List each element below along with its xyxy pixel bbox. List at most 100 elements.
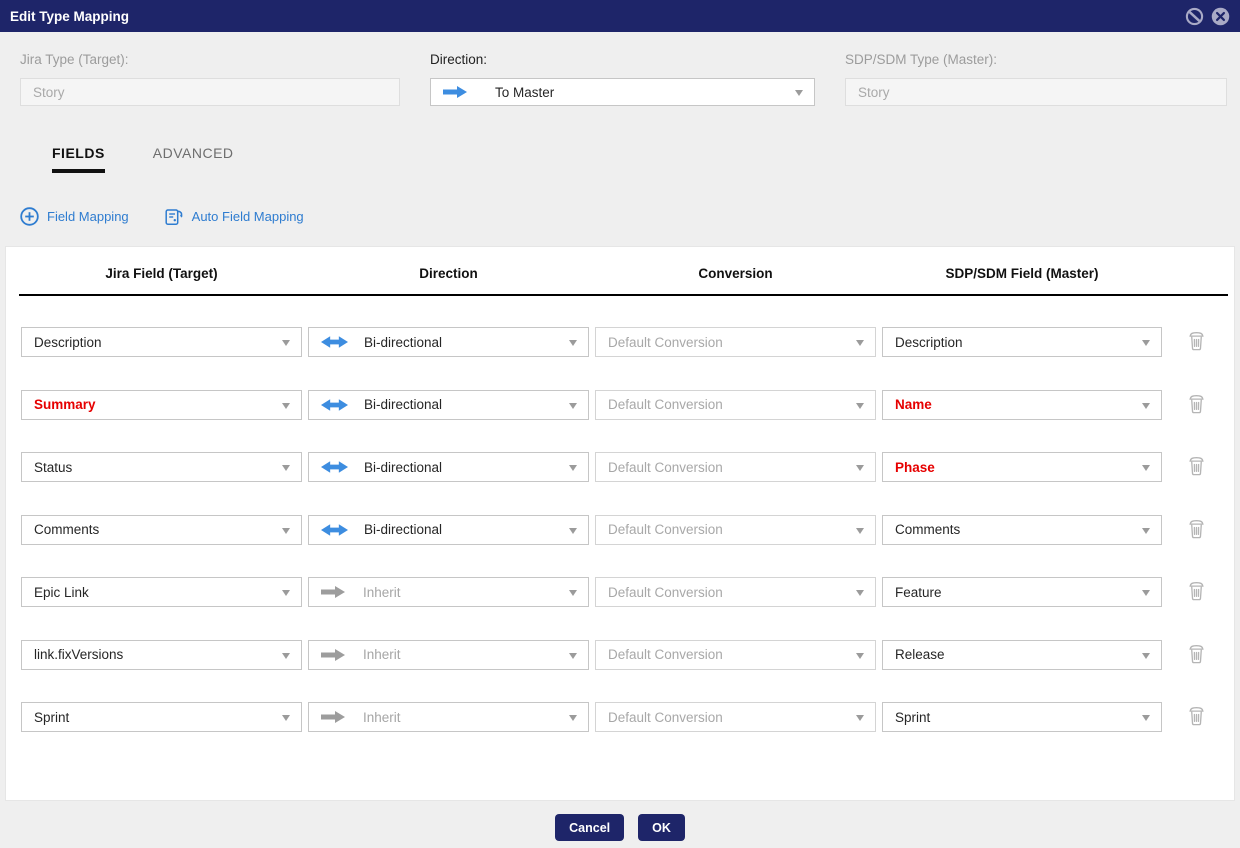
jira-field-select[interactable]: link.fixVersions	[21, 640, 302, 670]
right-arrow-icon	[321, 585, 347, 599]
chevron-down-icon	[569, 715, 577, 721]
trash-icon	[1187, 330, 1206, 351]
row-direction-select[interactable]: Inherit	[308, 702, 589, 732]
auto-field-mapping-button[interactable]: Auto Field Mapping	[163, 206, 304, 227]
bidirectional-arrow-icon	[321, 523, 348, 537]
auto-mapping-icon	[163, 206, 184, 227]
direction-value: Bi-directional	[364, 522, 442, 537]
row-direction-select[interactable]: Bi-directional	[308, 390, 589, 420]
chevron-down-icon	[856, 590, 864, 596]
chevron-down-icon	[282, 715, 290, 721]
column-header-conversion: Conversion	[595, 266, 876, 281]
jira-type-label: Jira Type (Target):	[20, 52, 400, 67]
jira-field-select[interactable]: Sprint	[21, 702, 302, 732]
delete-row-button[interactable]	[1187, 705, 1206, 726]
jira-field-select[interactable]: Status	[21, 452, 302, 482]
conversion-select[interactable]: Default Conversion	[595, 452, 876, 482]
conversion-value: Default Conversion	[608, 397, 723, 412]
sdp-field-select[interactable]: Release	[882, 640, 1162, 670]
right-arrow-icon	[321, 648, 347, 662]
sdp-field-select[interactable]: Phase	[882, 452, 1162, 482]
direction-select[interactable]: To Master	[430, 78, 815, 106]
chevron-down-icon	[282, 653, 290, 659]
sdp-field-select[interactable]: Feature	[882, 577, 1162, 607]
direction-value: Bi-directional	[364, 335, 442, 350]
chevron-down-icon	[1142, 715, 1150, 721]
row-direction-select[interactable]: Inherit	[308, 577, 589, 607]
direction-value: Inherit	[363, 647, 401, 662]
conversion-select[interactable]: Default Conversion	[595, 577, 876, 607]
jira-field-value: Status	[34, 460, 72, 475]
conversion-select[interactable]: Default Conversion	[595, 327, 876, 357]
row-direction-select[interactable]: Inherit	[308, 640, 589, 670]
delete-row-button[interactable]	[1187, 455, 1206, 476]
chevron-down-icon	[1142, 528, 1150, 534]
chevron-down-icon	[856, 528, 864, 534]
conversion-value: Default Conversion	[608, 585, 723, 600]
delete-row-button[interactable]	[1187, 393, 1206, 414]
tab-bar: FIELDS ADVANCED	[52, 145, 234, 173]
sdp-field-value: Description	[895, 335, 963, 350]
direction-value: Bi-directional	[364, 397, 442, 412]
jira-field-select[interactable]: Comments	[21, 515, 302, 545]
row-direction-select[interactable]: Bi-directional	[308, 327, 589, 357]
sdp-field-select[interactable]: Description	[882, 327, 1162, 357]
trash-icon	[1187, 393, 1206, 414]
trash-icon	[1187, 455, 1206, 476]
row-direction-select[interactable]: Bi-directional	[308, 515, 589, 545]
dialog-footer: Cancel OK	[0, 814, 1240, 841]
chevron-down-icon	[856, 340, 864, 346]
chevron-down-icon	[1142, 653, 1150, 659]
column-header-direction: Direction	[308, 266, 589, 281]
conversion-select[interactable]: Default Conversion	[595, 515, 876, 545]
trash-icon	[1187, 705, 1206, 726]
conversion-select[interactable]: Default Conversion	[595, 390, 876, 420]
jira-field-select[interactable]: Description	[21, 327, 302, 357]
sdp-field-select[interactable]: Comments	[882, 515, 1162, 545]
chevron-down-icon	[282, 340, 290, 346]
right-arrow-icon	[443, 85, 469, 99]
chevron-down-icon	[1142, 590, 1150, 596]
tab-fields[interactable]: FIELDS	[52, 145, 105, 173]
sdp-type-input: Story	[845, 78, 1227, 106]
chevron-down-icon	[282, 403, 290, 409]
delete-row-button[interactable]	[1187, 643, 1206, 664]
row-direction-select[interactable]: Bi-directional	[308, 452, 589, 482]
field-mapping-row: Epic Link Inherit Default Conversion Fea…	[6, 577, 1234, 607]
chevron-down-icon	[1142, 340, 1150, 346]
header-divider	[19, 294, 1228, 296]
sdp-field-select[interactable]: Name	[882, 390, 1162, 420]
chevron-down-icon	[1142, 403, 1150, 409]
bidirectional-arrow-icon	[321, 398, 348, 412]
tab-advanced[interactable]: ADVANCED	[153, 145, 234, 173]
direction-value: Inherit	[363, 585, 401, 600]
bidirectional-arrow-icon	[321, 335, 348, 349]
chevron-down-icon	[569, 590, 577, 596]
chevron-down-icon	[856, 653, 864, 659]
delete-row-button[interactable]	[1187, 518, 1206, 539]
jira-field-select[interactable]: Summary	[21, 390, 302, 420]
chevron-down-icon	[856, 465, 864, 471]
conversion-value: Default Conversion	[608, 647, 723, 662]
conversion-select[interactable]: Default Conversion	[595, 702, 876, 732]
sdp-field-select[interactable]: Sprint	[882, 702, 1162, 732]
jira-field-value: Sprint	[34, 710, 69, 725]
close-icon[interactable]	[1211, 7, 1230, 26]
chevron-down-icon	[569, 465, 577, 471]
field-mapping-row: link.fixVersions Inherit Default Convers…	[6, 640, 1234, 670]
delete-row-button[interactable]	[1187, 580, 1206, 601]
disable-icon[interactable]	[1185, 7, 1204, 26]
jira-field-select[interactable]: Epic Link	[21, 577, 302, 607]
ok-button[interactable]: OK	[638, 814, 685, 841]
add-field-mapping-button[interactable]: Field Mapping	[20, 207, 129, 226]
trash-icon	[1187, 518, 1206, 539]
conversion-select[interactable]: Default Conversion	[595, 640, 876, 670]
column-header-sdp-field: SDP/SDM Field (Master)	[882, 266, 1162, 281]
delete-row-button[interactable]	[1187, 330, 1206, 351]
chevron-down-icon	[569, 653, 577, 659]
trash-icon	[1187, 580, 1206, 601]
cancel-button[interactable]: Cancel	[555, 814, 624, 841]
chevron-down-icon	[1142, 465, 1150, 471]
jira-field-value: Comments	[34, 522, 99, 537]
field-mapping-row: Summary Bi-directional Default Conversio…	[6, 390, 1234, 420]
